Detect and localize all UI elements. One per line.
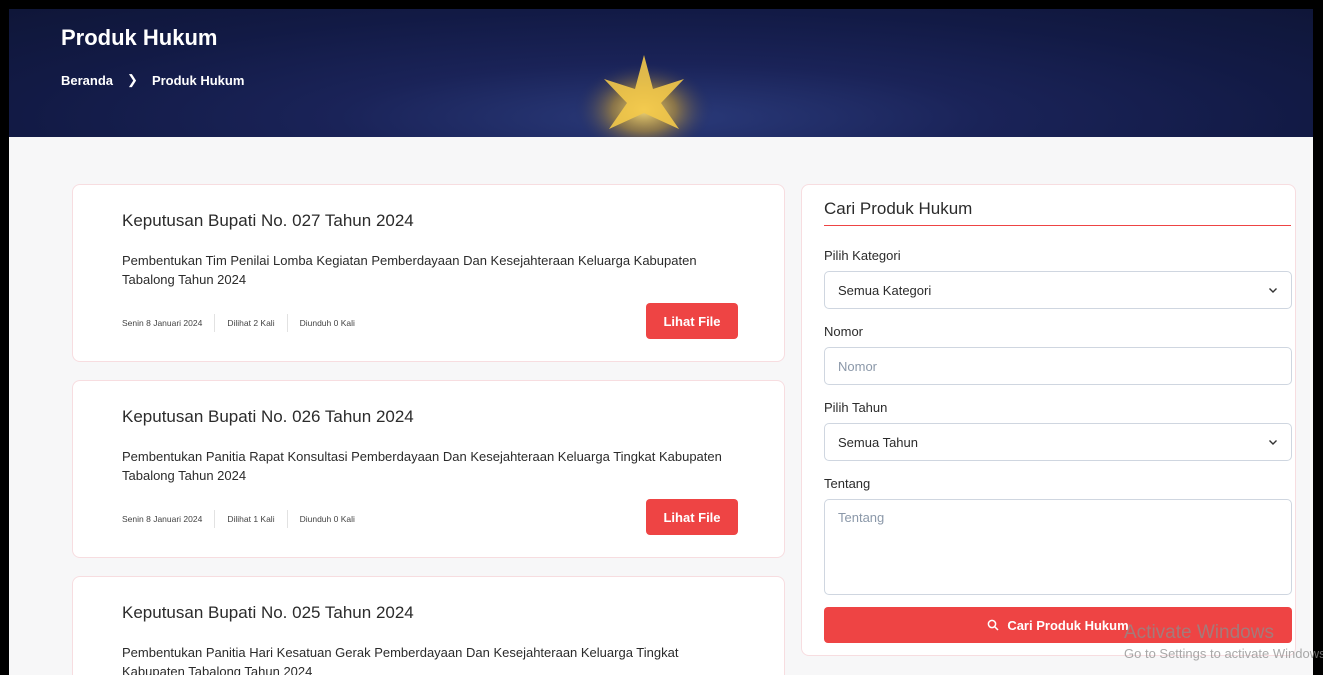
title-divider xyxy=(824,225,1291,226)
search-panel: Cari Produk Hukum Pilih Kategori Semua K… xyxy=(801,184,1296,656)
view-file-button[interactable]: Lihat File xyxy=(646,303,738,339)
search-panel-title: Cari Produk Hukum xyxy=(824,199,973,218)
page-hero: Produk Hukum Beranda ❯ Produk Hukum xyxy=(9,9,1313,137)
chevron-down-icon xyxy=(1269,440,1277,445)
document-date: Senin 8 Januari 2024 xyxy=(122,514,203,524)
watermark-title: Activate Windows xyxy=(1124,622,1274,643)
search-submit-label: Cari Produk Hukum xyxy=(1007,617,1129,633)
category-select-value: Semua Kategori xyxy=(838,282,932,298)
search-icon xyxy=(987,619,999,631)
chevron-right-icon: ❯ xyxy=(127,72,138,87)
about-label: Tentang xyxy=(824,476,871,491)
document-description: Pembentukan Tim Penilai Lomba Kegiatan P… xyxy=(122,253,697,287)
document-title[interactable]: Keputusan Bupati No. 025 Tahun 2024 xyxy=(122,603,414,623)
document-card: Keputusan Bupati No. 025 Tahun 2024 Pemb… xyxy=(72,576,785,675)
document-meta: Senin 8 Januari 2024 Dilihat 1 Kali Diun… xyxy=(122,510,367,528)
document-card: Keputusan Bupati No. 026 Tahun 2024 Pemb… xyxy=(72,380,785,558)
about-field xyxy=(824,499,1292,595)
number-field xyxy=(824,347,1292,385)
page-title: Produk Hukum xyxy=(61,25,218,50)
number-input[interactable] xyxy=(838,358,1278,374)
year-label: Pilih Tahun xyxy=(824,400,888,415)
year-select[interactable]: Semua Tahun xyxy=(824,423,1292,461)
document-card: Keputusan Bupati No. 027 Tahun 2024 Pemb… xyxy=(72,184,785,362)
category-label: Pilih Kategori xyxy=(824,248,901,263)
document-date: Senin 8 Januari 2024 xyxy=(122,318,203,328)
breadcrumb-home-link[interactable]: Beranda xyxy=(61,73,113,88)
emblem-logo xyxy=(574,55,714,137)
main-content: Keputusan Bupati No. 027 Tahun 2024 Pemb… xyxy=(9,137,1313,675)
activation-watermark: Activate Windows Go to Settings to activ… xyxy=(1124,622,1323,661)
document-meta: Senin 8 Januari 2024 Dilihat 2 Kali Diun… xyxy=(122,314,367,332)
document-views: Dilihat 1 Kali xyxy=(214,510,286,528)
about-textarea[interactable] xyxy=(838,510,1278,586)
document-title[interactable]: Keputusan Bupati No. 026 Tahun 2024 xyxy=(122,407,414,427)
document-description: Pembentukan Panitia Hari Kesatuan Gerak … xyxy=(122,645,679,675)
breadcrumb-current: Produk Hukum xyxy=(151,72,245,88)
document-description: Pembentukan Panitia Rapat Konsultasi Pem… xyxy=(122,449,722,483)
chevron-down-icon xyxy=(1269,288,1277,293)
breadcrumb: Beranda ❯ Produk Hukum xyxy=(61,72,244,88)
category-select[interactable]: Semua Kategori xyxy=(824,271,1292,309)
document-downloads: Diunduh 0 Kali xyxy=(286,510,367,528)
number-label: Nomor xyxy=(824,324,864,339)
document-views: Dilihat 2 Kali xyxy=(214,314,286,332)
view-file-button[interactable]: Lihat File xyxy=(646,499,738,535)
watermark-subtitle: Go to Settings to activate Windows. xyxy=(1124,646,1323,661)
document-downloads: Diunduh 0 Kali xyxy=(286,314,367,332)
document-title[interactable]: Keputusan Bupati No. 027 Tahun 2024 xyxy=(122,211,414,231)
year-select-value: Semua Tahun xyxy=(838,434,918,450)
